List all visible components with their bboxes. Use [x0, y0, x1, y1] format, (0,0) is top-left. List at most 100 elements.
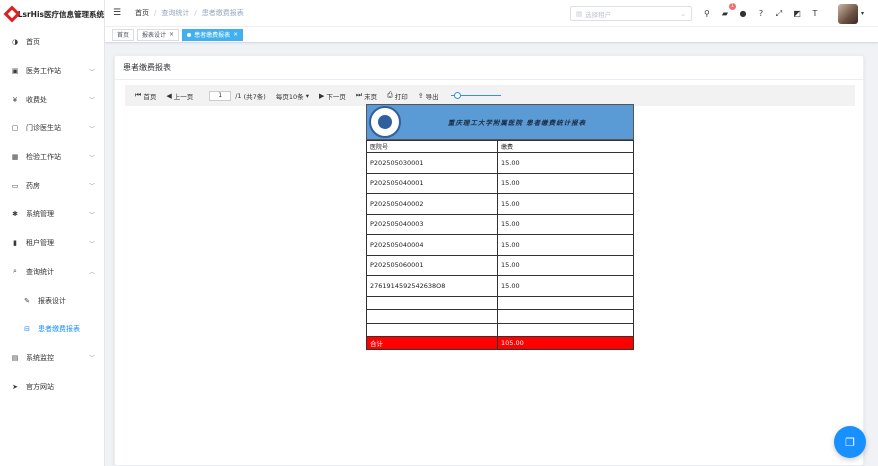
sidebar-item[interactable]: ▤ 系统监控 ﹀: [0, 344, 104, 373]
table-cell: P202505040001: [366, 172, 498, 194]
last-page-button[interactable]: ⏭ 末页: [356, 91, 377, 101]
sidebar-item[interactable]: ▦ 检验工作站 ﹀: [0, 143, 104, 172]
print-label: 打印: [394, 92, 408, 101]
pharmacy-icon: ▭: [11, 181, 19, 190]
table-cell: P202505040003: [366, 213, 498, 235]
sidebar-item[interactable]: ✎ 报表设计: [0, 286, 104, 315]
breadcrumb-item-current: 患者缴费报表: [201, 9, 244, 17]
github-icon[interactable]: ●: [737, 8, 749, 20]
table-cell: 105.00: [497, 336, 634, 350]
prev-page-label: 上一页: [173, 92, 194, 101]
record-count: (共7条): [243, 92, 266, 101]
column-header: 缴费: [497, 140, 634, 153]
table-row: P202505040004 15.00: [366, 234, 634, 256]
report-icon: ⊟: [24, 325, 30, 334]
next-page-label: 下一页: [326, 92, 346, 101]
sidebar-item-label: 查询统计: [26, 267, 54, 276]
close-icon[interactable]: ×: [169, 31, 174, 38]
first-page-icon: ⏮: [135, 91, 142, 99]
tag-home[interactable]: 首页: [112, 28, 135, 41]
sidebar-item-label: 报表设计: [38, 296, 66, 305]
table-cell: 15.00: [497, 152, 634, 174]
table-row-empty: [366, 309, 634, 324]
sidebar-item-label: 系统监控: [26, 353, 54, 362]
export-button[interactable]: ⇪ 导出: [418, 91, 439, 101]
breadcrumb-item-home[interactable]: 首页: [135, 8, 149, 18]
report-table: 医院号 缴费 P202505030001 15.00 P202505040001 15…: [366, 140, 634, 350]
sidebar-item[interactable]: ◑ 首页: [0, 28, 104, 57]
column-header: 医院号: [366, 140, 498, 153]
table-row-empty: [366, 322, 634, 337]
tenant-icon: ▤: [575, 9, 583, 18]
page-number-input[interactable]: 1: [209, 90, 232, 101]
sidebar-item[interactable]: ▮ 租户管理 ﹀: [0, 229, 104, 258]
table-cell: [366, 322, 498, 337]
fullscreen-icon[interactable]: ⤢: [773, 8, 785, 20]
clinic-icon: ▢: [11, 124, 19, 133]
lab-icon: ▦: [11, 153, 19, 162]
close-icon[interactable]: ×: [233, 31, 238, 38]
search-icon[interactable]: ⚲: [701, 8, 713, 20]
first-page-label: 首页: [143, 92, 157, 101]
header-actions: ▤ 选择租户 ⌄ ⚲ ▰ 1 ● ? ⤢ ◩ T ▾: [569, 0, 878, 27]
chevron-down-icon: ﹀: [88, 355, 95, 363]
page-jump: 1 /1 (共7条): [209, 90, 266, 101]
sidebar-item[interactable]: ▢ 门诊医生站 ﹀: [0, 114, 104, 143]
print-button[interactable]: ⎙ 打印: [387, 91, 408, 101]
payment-report: 重庆理工大学附属医院 患者缴费统计报表 医院号 缴费 P202505030001…: [366, 104, 634, 350]
report-title: 重庆理工大学附属医院 患者缴费统计报表: [447, 119, 587, 127]
sidebar-item[interactable]: ⊟ 患者缴费报表: [0, 315, 104, 344]
tags-view: 首页 报表设计 × 患者缴费报表 ×: [105, 27, 878, 43]
table-cell: 15.00: [497, 193, 634, 215]
sidebar-item[interactable]: ✱ 系统管理 ﹀: [0, 200, 104, 229]
table-row: P202505040002 15.00: [366, 193, 634, 215]
first-page-button[interactable]: ⏮ 首页: [135, 91, 156, 101]
yen-icon: ¥: [12, 95, 18, 104]
page-size-label: 每页10条: [275, 92, 304, 101]
theme-icon[interactable]: ◩: [791, 8, 803, 20]
tenant-select-placeholder: 选择租户: [585, 10, 612, 19]
breadcrumb-separator: /: [194, 9, 197, 17]
chat-float-button[interactable]: ❐: [834, 426, 866, 458]
gear-icon: ✱: [12, 210, 18, 219]
notification-badge: 1: [728, 2, 736, 10]
avatar[interactable]: [837, 3, 858, 24]
chevron-down-icon: ﹀: [88, 211, 95, 219]
next-page-button[interactable]: ▶ 下一页: [319, 91, 346, 101]
table-cell: P202505040002: [366, 193, 498, 215]
sidebar-item[interactable]: ¥ 收费处 ﹀: [0, 85, 104, 114]
sidebar-item-label: 收费处: [26, 95, 47, 104]
sidebar-item[interactable]: ➤ 官方网站: [0, 372, 104, 401]
sidebar-item[interactable]: ▣ 医务工作站 ﹀: [0, 57, 104, 86]
sidebar-item[interactable]: ⌕ 查询统计 ︿: [0, 258, 104, 287]
monitor-icon: ▤: [11, 353, 19, 362]
table-row-total: 合计 105.00: [366, 336, 634, 350]
table-cell: [497, 322, 634, 337]
hamburger-icon[interactable]: ☰: [113, 8, 123, 18]
table-cell: 15.00: [497, 275, 634, 297]
tag-patient-payment-report[interactable]: 患者缴费报表 ×: [182, 28, 244, 41]
table-cell: 合计: [366, 336, 498, 350]
sidebar-item[interactable]: ▭ 药房 ﹀: [0, 171, 104, 200]
page-size-select[interactable]: 每页10条 ▾: [276, 91, 309, 101]
help-icon[interactable]: ?: [755, 8, 767, 20]
app-logo[interactable]: LsrHis医疗信息管理系统: [0, 0, 104, 28]
table-cell: 2761914592542638O8: [366, 275, 498, 297]
last-page-label: 末页: [364, 92, 378, 101]
sidebar-item-label: 患者缴费报表: [38, 325, 80, 334]
message-icon[interactable]: ▰ 1: [719, 2, 736, 20]
tag-report-design[interactable]: 报表设计 ×: [137, 28, 180, 41]
table-cell: P202505040004: [366, 234, 498, 256]
zoom-slider[interactable]: [450, 91, 501, 101]
tenant-select[interactable]: ▤ 选择租户 ⌄: [569, 6, 692, 21]
table-row: P202505030001 15.00: [366, 152, 634, 174]
sidebar-item-label: 门诊医生站: [26, 124, 61, 133]
zoom-slider-handle[interactable]: [453, 91, 461, 99]
tag-label: 报表设计: [142, 32, 167, 39]
prev-page-button[interactable]: ◀ 上一页: [166, 91, 193, 101]
next-page-icon: ▶: [318, 91, 325, 100]
table-row-empty: [366, 295, 634, 310]
caret-down-icon[interactable]: ▾: [861, 10, 864, 17]
font-size-icon[interactable]: T: [809, 8, 821, 20]
active-dot-icon: [187, 32, 192, 37]
